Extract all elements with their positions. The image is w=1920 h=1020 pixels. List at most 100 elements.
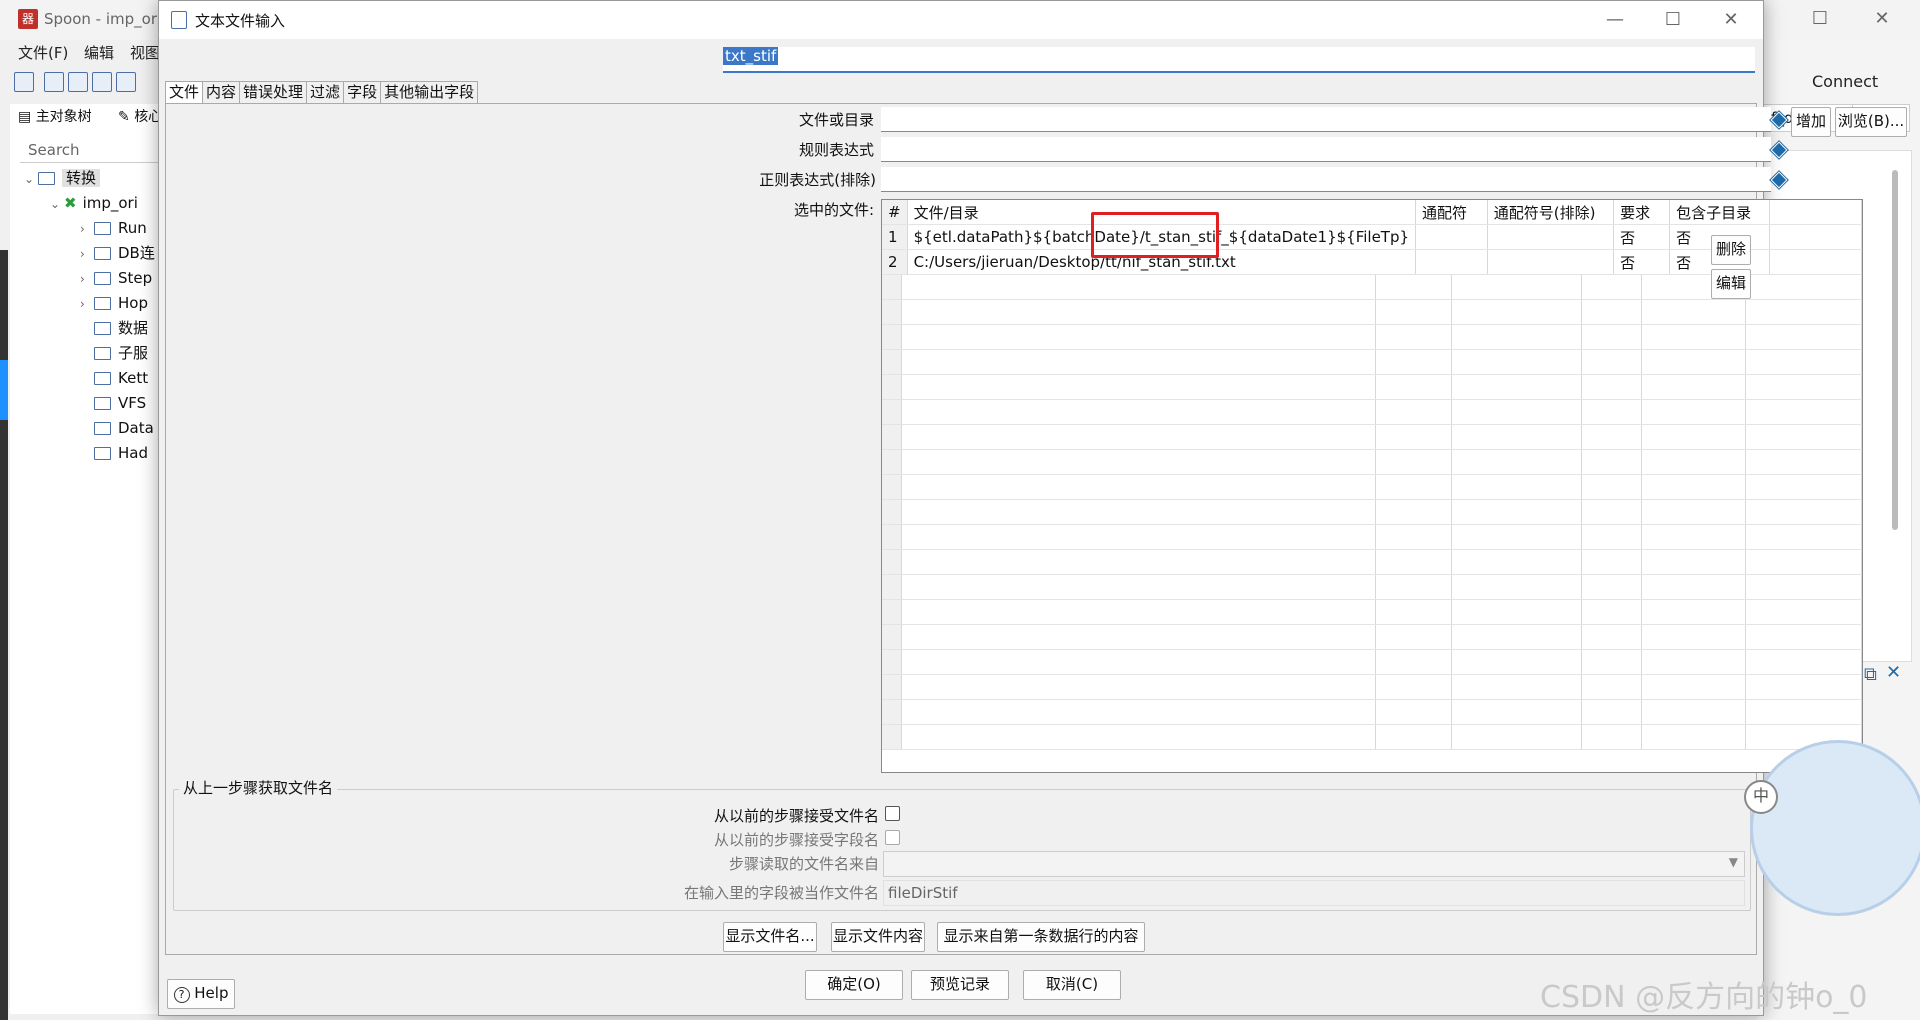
- chevron-right-icon[interactable]: ›: [80, 267, 94, 292]
- floating-avatar[interactable]: [1750, 740, 1920, 916]
- ime-badge-icon[interactable]: 中: [1744, 780, 1778, 814]
- maximize-icon[interactable]: ☐: [1653, 5, 1693, 35]
- tree-item-label: 转换: [62, 169, 101, 187]
- vertical-scrollbar[interactable]: [1892, 170, 1898, 530]
- spoon-maximize-icon[interactable]: ☐: [1800, 4, 1840, 34]
- ok-button[interactable]: 确定(O): [805, 970, 903, 1000]
- empty-cell: [901, 275, 1377, 300]
- empty-cell: [882, 574, 903, 600]
- col-header-index[interactable]: #: [882, 200, 908, 225]
- connect-button[interactable]: Connect: [1812, 72, 1878, 91]
- empty-row: [882, 474, 1862, 500]
- tree-item[interactable]: Data: [80, 416, 160, 441]
- empty-cell: [1451, 699, 1583, 725]
- tree-item[interactable]: › Step: [80, 266, 160, 291]
- empty-cell: [901, 324, 1377, 350]
- tree-item-root[interactable]: ⌄ 转换: [24, 166, 101, 192]
- help-icon: ?: [173, 987, 190, 1003]
- tree-item[interactable]: Kett: [80, 366, 160, 391]
- cell-wildcard-exclude[interactable]: [1487, 249, 1615, 275]
- preview-button[interactable]: 预览记录: [911, 970, 1009, 1000]
- step-read-select[interactable]: ▼: [883, 851, 1745, 877]
- cell-wildcard[interactable]: [1415, 224, 1488, 250]
- new-file-icon[interactable]: [14, 72, 34, 92]
- tree-item-label: 子服: [118, 344, 149, 362]
- show-file-content-button[interactable]: 显示文件内容: [831, 922, 925, 952]
- empty-row: [882, 449, 1862, 475]
- empty-cell: [1745, 374, 1862, 400]
- chevron-down-icon[interactable]: ⌄: [24, 167, 38, 192]
- accept-filenames-checkbox[interactable]: [885, 806, 900, 821]
- tree-item[interactable]: 数据: [80, 316, 160, 341]
- close-panel-icon[interactable]: ✕: [1886, 662, 1901, 683]
- browse-button[interactable]: 浏览(B)...: [1835, 107, 1907, 137]
- tab-file[interactable]: 文件: [165, 81, 204, 104]
- add-button[interactable]: 增加: [1791, 107, 1831, 137]
- empty-cell: [1581, 724, 1643, 750]
- open-file-icon[interactable]: [44, 72, 64, 92]
- save-icon[interactable]: [92, 72, 112, 92]
- save-as-icon[interactable]: [116, 72, 136, 92]
- help-button[interactable]: ? Help: [167, 979, 235, 1009]
- tab-filter[interactable]: 过滤: [306, 81, 345, 103]
- tree-item[interactable]: › Run: [80, 216, 160, 241]
- tab-error-handling[interactable]: 错误处理: [239, 81, 308, 103]
- cell-required[interactable]: 否: [1613, 249, 1671, 275]
- accept-fields-checkbox[interactable]: [885, 830, 900, 845]
- field-as-filename-input[interactable]: fileDirStif: [883, 880, 1745, 906]
- delete-button[interactable]: 删除: [1711, 235, 1751, 265]
- explore-icon[interactable]: [68, 72, 88, 92]
- step-name-input[interactable]: txt_stif: [723, 47, 1755, 73]
- tree-item[interactable]: Had: [80, 441, 160, 466]
- tree-search-input[interactable]: Search: [20, 138, 168, 163]
- tab-fields[interactable]: 字段: [343, 81, 382, 103]
- tab-main-tree[interactable]: ▤ 主对象树: [18, 106, 92, 128]
- close-icon[interactable]: ✕: [1711, 5, 1751, 35]
- chevron-right-icon[interactable]: ›: [80, 292, 94, 317]
- tab-other-output-fields[interactable]: 其他输出字段: [380, 81, 479, 103]
- minimize-icon[interactable]: —: [1595, 5, 1635, 35]
- file-or-dir-input[interactable]: [881, 107, 1771, 132]
- menu-file[interactable]: 文件(F): [18, 42, 68, 63]
- tree-item-transform[interactable]: ⌄ ✖ imp_ori: [50, 191, 138, 216]
- empty-cell: [1745, 574, 1862, 600]
- dropdown-arrow-icon[interactable]: ▼: [1729, 855, 1738, 869]
- menu-view[interactable]: 视图: [130, 42, 160, 63]
- cell-required[interactable]: 否: [1613, 224, 1671, 250]
- empty-row: [882, 649, 1862, 675]
- cancel-button[interactable]: 取消(C): [1023, 970, 1121, 1000]
- cell-wildcard[interactable]: [1415, 249, 1488, 275]
- edit-button[interactable]: 编辑: [1711, 269, 1751, 299]
- col-header-wildcard-exclude[interactable]: 通配符号(排除): [1487, 200, 1615, 225]
- empty-cell: [1451, 549, 1583, 575]
- chevron-down-icon[interactable]: ⌄: [50, 192, 64, 217]
- empty-cell: [1451, 399, 1583, 425]
- show-first-row-button[interactable]: 显示来自第一条数据行的内容: [937, 922, 1145, 952]
- empty-cell: [882, 374, 903, 400]
- chevron-right-icon[interactable]: ›: [80, 217, 94, 242]
- open-external-icon[interactable]: ⧉: [1864, 664, 1877, 685]
- empty-cell: [1581, 574, 1643, 600]
- tab-content[interactable]: 内容: [202, 81, 241, 103]
- empty-cell: [1581, 324, 1643, 350]
- tree-item[interactable]: 子服: [80, 341, 160, 366]
- empty-cell: [1375, 524, 1453, 550]
- empty-cell: [1745, 474, 1862, 500]
- chevron-right-icon[interactable]: ›: [80, 242, 94, 267]
- tree-item[interactable]: VFS: [80, 391, 160, 416]
- col-header-wildcard[interactable]: 通配符: [1415, 200, 1488, 225]
- tree-item[interactable]: › Hop: [80, 291, 160, 316]
- regex-exclude-input[interactable]: [881, 167, 1771, 192]
- tree-item-label: VFS: [118, 394, 147, 412]
- regex-input[interactable]: [881, 137, 1771, 162]
- col-header-required[interactable]: 要求: [1613, 200, 1671, 225]
- tree-item[interactable]: › DB连: [80, 241, 160, 266]
- col-header-include-subfolders[interactable]: 包含子目录: [1669, 200, 1771, 225]
- cell-wildcard-exclude[interactable]: [1487, 224, 1615, 250]
- tab-core-objects[interactable]: ✎ 核心: [118, 106, 162, 128]
- empty-cell: [1641, 649, 1746, 675]
- menu-edit[interactable]: 编辑: [84, 42, 114, 63]
- spoon-close-icon[interactable]: ✕: [1862, 4, 1902, 34]
- empty-cell: [1745, 624, 1862, 650]
- show-filenames-button[interactable]: 显示文件名...: [723, 922, 817, 952]
